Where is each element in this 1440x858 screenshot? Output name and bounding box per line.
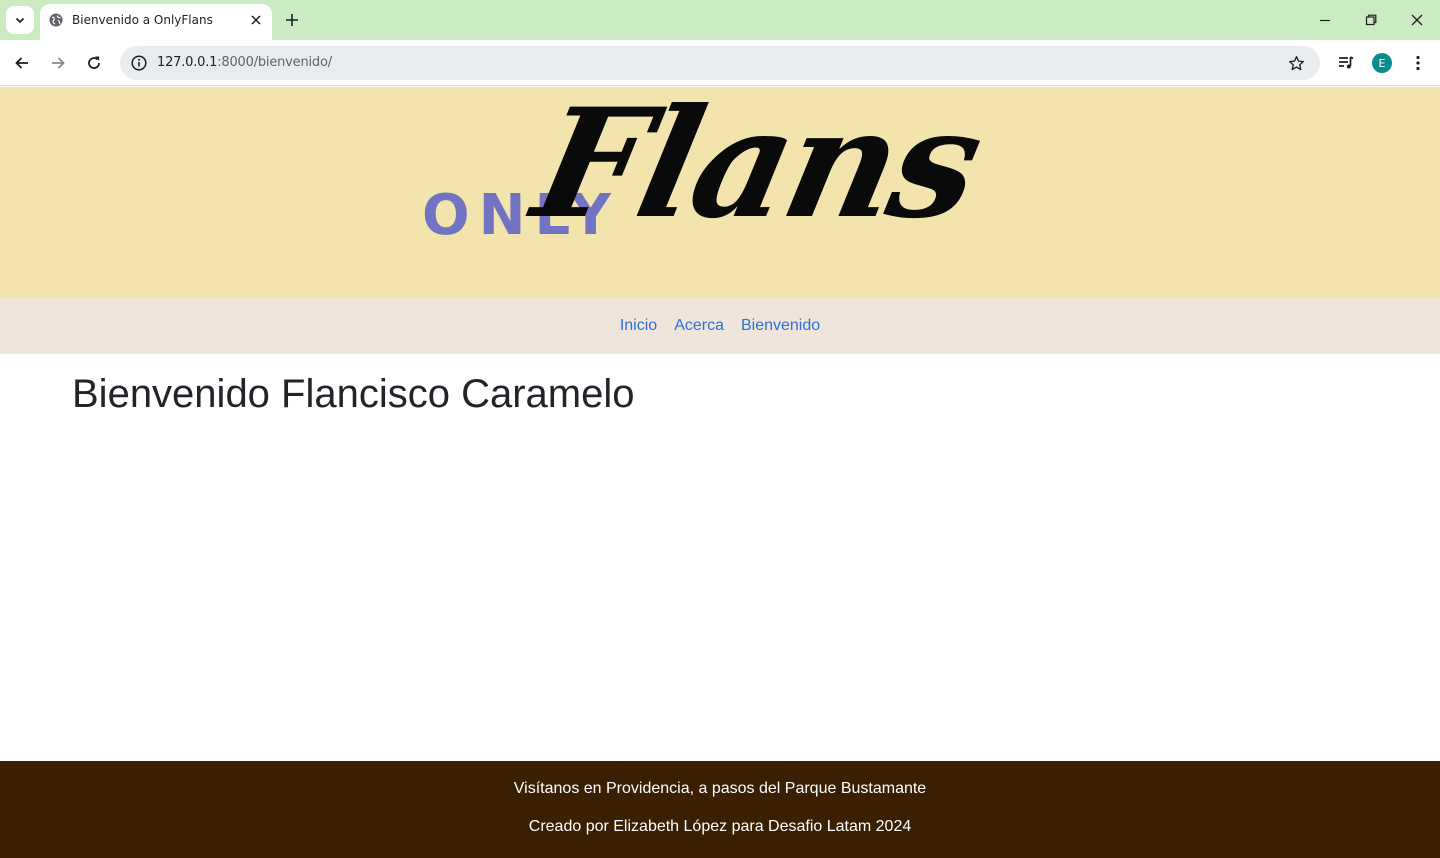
- site-footer: Visítanos en Providencia, a pasos del Pa…: [0, 761, 1440, 858]
- forward-button[interactable]: [44, 49, 72, 77]
- minimize-icon: [1320, 19, 1330, 22]
- browser-tabstrip: Bienvenido a OnlyFlans: [0, 0, 1440, 40]
- minimize-button[interactable]: [1313, 8, 1337, 32]
- globe-icon: [49, 13, 63, 27]
- page-title: Bienvenido Flancisco Caramelo: [72, 372, 635, 416]
- back-button[interactable]: [8, 49, 36, 77]
- close-icon: [251, 15, 261, 25]
- arrow-left-icon: [15, 57, 28, 69]
- arrow-right-icon: [52, 57, 65, 69]
- address-bar[interactable]: 127.0.0.1:8000/bienvenido/: [120, 46, 1320, 80]
- profile-button[interactable]: E: [1368, 49, 1396, 77]
- tab-search-button[interactable]: [6, 6, 34, 34]
- chevron-down-icon: [15, 17, 25, 24]
- close-window-button[interactable]: [1405, 8, 1429, 32]
- url-host: 127.0.0.1: [157, 55, 218, 70]
- reload-button[interactable]: [80, 49, 108, 77]
- nav-link-inicio[interactable]: Inicio: [620, 317, 657, 335]
- new-tab-button[interactable]: [282, 10, 302, 30]
- url-text[interactable]: 127.0.0.1:8000/bienvenido/: [157, 55, 332, 70]
- browser-tab-active[interactable]: Bienvenido a OnlyFlans: [40, 4, 272, 40]
- avatar: E: [1372, 53, 1392, 73]
- onlyflans-logo: ONLY Flans: [420, 76, 1025, 263]
- restore-icon: [1365, 14, 1377, 26]
- browser-menu-button[interactable]: [1404, 49, 1432, 77]
- web-page: ONLY Flans Inicio Acerca Bienvenido Bien…: [0, 76, 1440, 858]
- media-control-icon: [1339, 56, 1354, 69]
- site-navbar: Inicio Acerca Bienvenido: [0, 298, 1440, 354]
- bookmark-button[interactable]: [1286, 53, 1306, 73]
- footer-address: Visítanos en Providencia, a pasos del Pa…: [513, 780, 927, 797]
- nav-link-bienvenido[interactable]: Bienvenido: [741, 317, 820, 335]
- site-info-button[interactable]: [128, 52, 150, 74]
- tab-close-button[interactable]: [248, 12, 264, 28]
- star-icon: [1288, 55, 1304, 70]
- kebab-menu-icon: [1416, 55, 1420, 71]
- media-control-button[interactable]: [1332, 49, 1360, 77]
- restore-button[interactable]: [1359, 8, 1383, 32]
- footer-credits: Creado por Elizabeth López para Desafio …: [528, 818, 912, 835]
- info-icon: [131, 55, 147, 71]
- close-icon: [1411, 14, 1423, 26]
- reload-icon: [88, 56, 100, 69]
- header-banner: ONLY Flans: [0, 76, 1440, 298]
- tab-title: Bienvenido a OnlyFlans: [72, 13, 213, 27]
- plus-icon: [286, 14, 298, 26]
- logo-word-flans: Flans: [521, 76, 993, 252]
- url-path: :8000/bienvenido/: [217, 55, 332, 70]
- nav-link-acerca[interactable]: Acerca: [674, 317, 724, 335]
